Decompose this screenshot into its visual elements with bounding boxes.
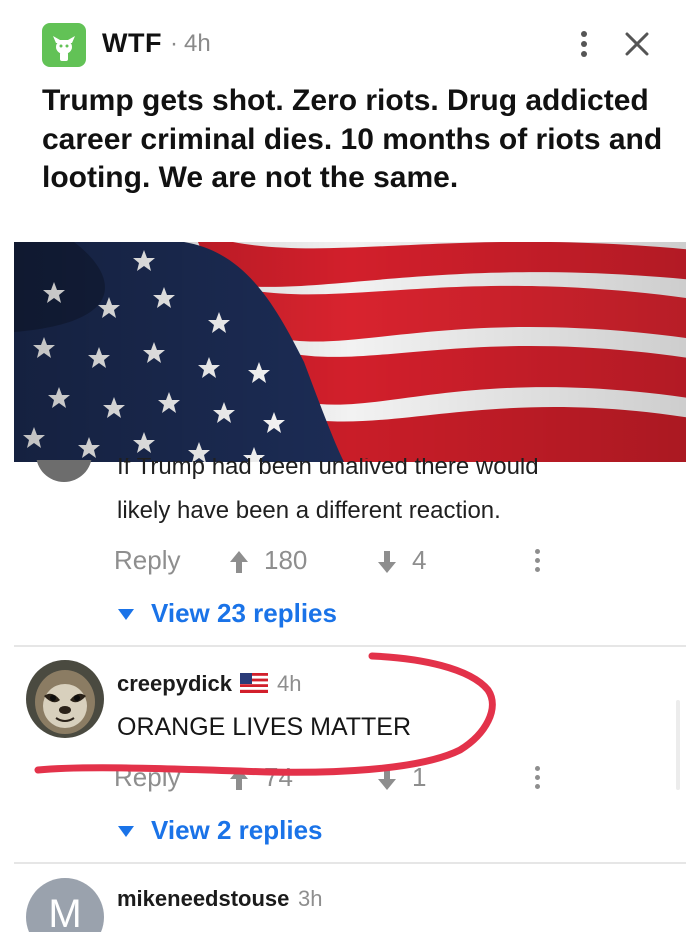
comment-age: 4h <box>277 671 302 696</box>
view-replies-link[interactable]: View 23 replies <box>114 598 414 632</box>
comment-text: ORANGE LIVES MATTER <box>117 713 412 741</box>
avatar-sloth[interactable] <box>26 660 104 738</box>
close-icon[interactable] <box>622 29 652 59</box>
comment-text-partial: If Trump had been unalived there would <box>117 458 539 480</box>
group-logo-icon[interactable] <box>42 23 86 67</box>
comment-more-icon[interactable] <box>530 547 544 577</box>
upvote-count: 180 <box>264 545 308 575</box>
reply-button[interactable]: Reply <box>114 545 180 576</box>
post-image[interactable] <box>14 242 686 462</box>
username[interactable]: mikeneedstouse <box>117 886 289 912</box>
comment-more-icon[interactable] <box>530 764 544 794</box>
upvote-arrow-icon[interactable] <box>228 549 250 575</box>
group-name[interactable]: WTF <box>102 28 162 59</box>
divider <box>14 862 686 864</box>
downvote-arrow-icon[interactable] <box>376 766 398 792</box>
downvote-arrow-icon[interactable] <box>376 549 398 575</box>
view-replies-link[interactable]: View 2 replies <box>114 815 414 849</box>
separator-dot: · <box>170 30 178 57</box>
comment-age: 3h <box>298 886 323 911</box>
post-title: Trump gets shot. Zero riots. Drug addict… <box>42 84 663 194</box>
view-replies-label: View 23 replies <box>151 598 337 628</box>
username[interactable]: creepydick <box>117 671 232 697</box>
downvote-count: 4 <box>412 545 427 575</box>
expand-triangle-icon <box>118 609 134 620</box>
scrollbar[interactable] <box>676 700 680 790</box>
more-options-icon[interactable] <box>572 28 596 62</box>
comment-text: likely have been a different reaction. <box>117 497 501 524</box>
post-age: 4h <box>184 30 211 57</box>
divider <box>14 645 686 647</box>
downvote-count: 1 <box>412 762 427 792</box>
us-flag-icon <box>240 673 268 693</box>
upvote-arrow-icon[interactable] <box>228 766 250 792</box>
comment-actions: Reply 180 4 <box>0 545 700 585</box>
post-header: WTF · 4h <box>0 0 700 80</box>
expand-triangle-icon <box>118 826 134 837</box>
reply-button[interactable]: Reply <box>114 762 180 793</box>
view-replies-label: View 2 replies <box>151 815 323 845</box>
avatar-letter[interactable]: M <box>26 878 104 932</box>
upvote-count: 74 <box>264 762 293 792</box>
avatar[interactable] <box>36 460 92 484</box>
comment-actions: Reply 74 1 <box>0 762 700 802</box>
